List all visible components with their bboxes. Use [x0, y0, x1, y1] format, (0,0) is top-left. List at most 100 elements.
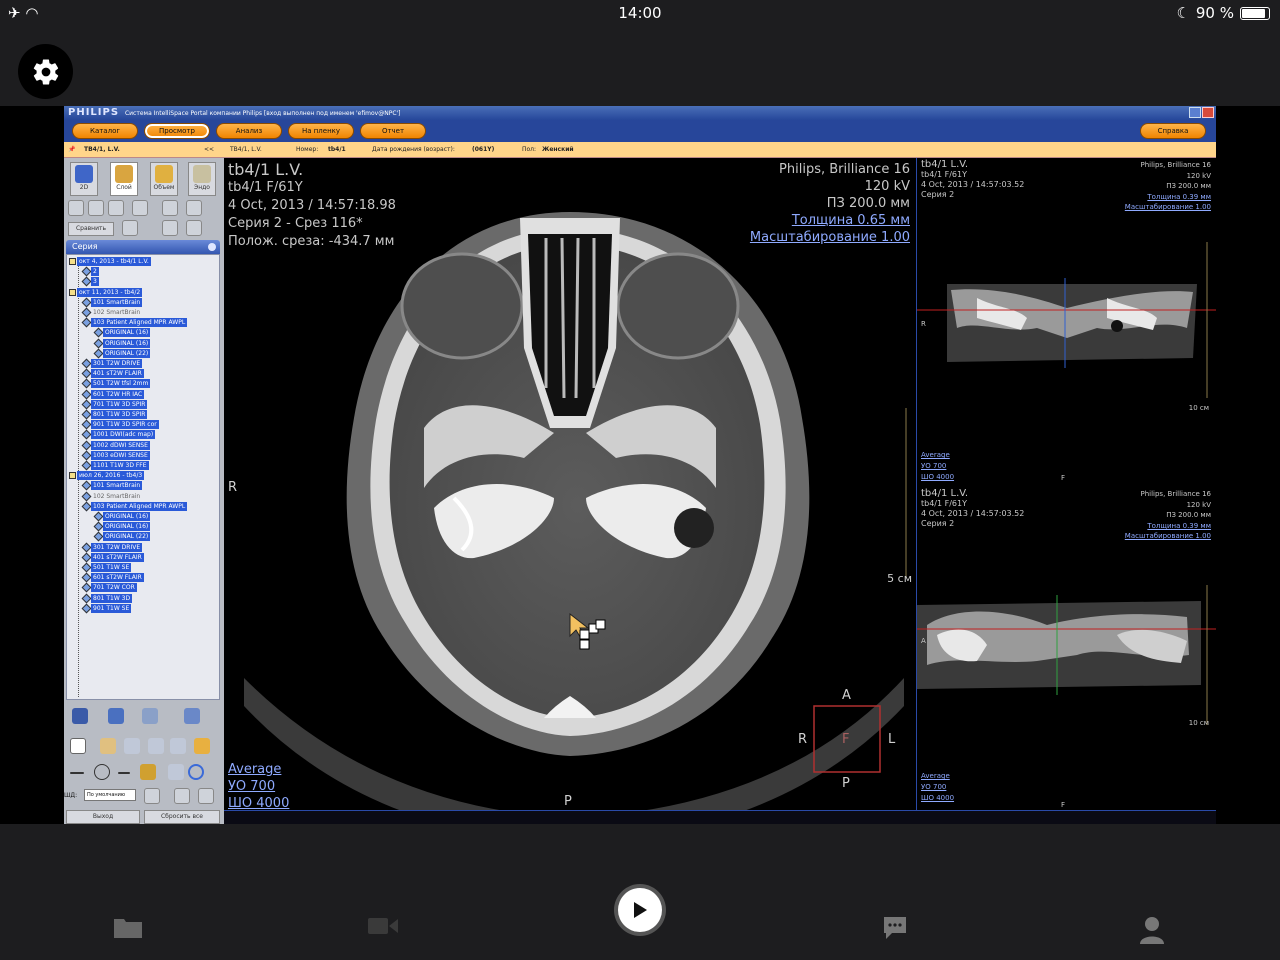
tree-series-item[interactable]: 701 T1W 3D SPIR — [91, 399, 148, 409]
zoom-link[interactable]: Масштабирование 1.00 — [750, 229, 910, 246]
window-mode-link[interactable]: Average — [228, 761, 289, 778]
tree-study-item[interactable]: окт 4, 2013 - tb4/1 L.V. — [77, 257, 151, 266]
shd-tool-icon[interactable] — [144, 788, 160, 804]
axial-viewport[interactable]: tb4/1 L.V. tb4/1 F/61Y 4 Oct, 2013 / 14:… — [224, 158, 916, 812]
tree-series-item[interactable]: 102 SmartBrain — [91, 492, 142, 501]
exit-button[interactable]: Выход — [66, 810, 140, 824]
folder-icon[interactable] — [114, 916, 142, 942]
minimize-icon[interactable] — [1189, 107, 1201, 118]
sagittal-viewport[interactable]: 10 см A F Average УО 700 ШО 4000 — [917, 485, 1216, 812]
tree-series-item[interactable]: 103 Patient Aligned MPR AWPL — [91, 501, 188, 511]
coronal-zoom-link[interactable]: Масштабирование 1.00 — [1125, 202, 1211, 213]
profile-icon[interactable] — [1140, 916, 1164, 948]
ruler-tool-icon[interactable] — [140, 764, 156, 780]
copy-icon[interactable] — [142, 708, 158, 724]
tree-series-item[interactable]: 3 — [91, 277, 99, 287]
layout-icon[interactable] — [186, 200, 202, 216]
pin-icon[interactable]: 📌 — [68, 142, 75, 158]
tree-series-item[interactable]: 801 T1W 3D — [91, 593, 133, 603]
tree-series-item[interactable]: 401 sT2W FLAIR — [91, 369, 144, 379]
save-icon[interactable] — [72, 708, 88, 724]
thickness-link[interactable]: Толщина 0.65 мм — [750, 212, 910, 229]
patient-tab[interactable]: TB4/1, L.V. — [84, 142, 120, 158]
menu-analysis[interactable]: Анализ — [216, 123, 282, 139]
sagittal-window-width[interactable]: ШО 4000 — [921, 793, 954, 804]
tree-series-item[interactable]: 102 SmartBrain — [91, 308, 142, 317]
mode-endo-button[interactable]: Эндо — [188, 162, 216, 196]
roi-tool-icon[interactable] — [194, 738, 210, 754]
tree-series-item[interactable]: ORIGINAL (16) — [103, 338, 151, 348]
menu-catalog[interactable]: Каталог — [72, 123, 138, 139]
shd-tool-icon-2[interactable] — [174, 788, 190, 804]
coronal-thickness-link[interactable]: Толщина 0.39 мм — [1125, 192, 1211, 203]
circle-tool-icon[interactable] — [188, 764, 204, 780]
compare-button[interactable]: Сравнить — [68, 222, 114, 236]
tree-series-item[interactable]: ORIGINAL (16) — [103, 328, 151, 338]
link-icon[interactable] — [122, 220, 138, 236]
pointer-tool-icon[interactable] — [70, 738, 86, 754]
tree-series-item[interactable]: 601 T2W HR IAC — [91, 389, 145, 399]
tree-series-item[interactable]: 701 T2W COR — [91, 583, 137, 593]
tool-icon-8[interactable] — [186, 220, 202, 236]
play-button[interactable] — [618, 888, 662, 932]
shd-tool-icon-3[interactable] — [198, 788, 214, 804]
collapse-button[interactable]: << — [204, 142, 214, 158]
coronal-window-width[interactable]: ШО 4000 — [921, 472, 954, 483]
tree-series-item[interactable]: ORIGINAL (22) — [103, 532, 151, 542]
window-level-link[interactable]: УО 700 — [228, 778, 289, 795]
mode-2d-button[interactable]: 2D — [70, 162, 98, 196]
tree-series-item[interactable]: ORIGINAL (16) — [103, 522, 151, 532]
menu-view[interactable]: Просмотр — [144, 123, 210, 139]
line-tool-icon[interactable] — [70, 772, 84, 774]
tree-series-item[interactable]: 1003 eDWI SENSE — [91, 450, 150, 460]
tree-study-item[interactable]: окт 11, 2013 - tb4/2 — [77, 287, 143, 297]
sagittal-window-mode[interactable]: Average — [921, 771, 954, 782]
tree-series-item[interactable]: 401 sT2W FLAIR — [91, 552, 144, 562]
scroll-tool-icon[interactable] — [170, 738, 186, 754]
video-icon[interactable] — [368, 916, 398, 940]
tree-series-item[interactable]: ORIGINAL (22) — [103, 348, 151, 358]
tool-icon-4[interactable] — [132, 200, 148, 216]
reset-all-button[interactable]: Сбросить все — [144, 810, 220, 824]
tool-icon-1[interactable] — [68, 200, 84, 216]
tool-icon-7[interactable] — [162, 220, 178, 236]
menu-help[interactable]: Справка — [1140, 123, 1206, 139]
mode-layer-button[interactable]: Слой — [110, 162, 138, 196]
main-scrollbar[interactable] — [224, 810, 916, 824]
series-header[interactable]: Серия — [66, 240, 220, 254]
tree-series-item[interactable]: ORIGINAL (16) — [103, 512, 151, 521]
tree-series-item[interactable]: 103 Patient Aligned MPR AWPL — [91, 318, 188, 328]
close-icon[interactable] — [1202, 107, 1214, 118]
tree-series-item[interactable]: 601 sT2W FLAIR — [91, 573, 144, 583]
tree-series-item[interactable]: 901 T1W SE — [91, 603, 132, 613]
pan-tool-icon[interactable] — [100, 738, 116, 754]
tree-series-item[interactable]: 1001 DWI(adc map) — [91, 430, 156, 440]
menu-report[interactable]: Отчет — [360, 123, 426, 139]
settings-button[interactable] — [18, 44, 73, 99]
tree-series-item[interactable]: 101 SmartBrain — [91, 297, 143, 307]
tool-icon-5[interactable] — [162, 200, 178, 216]
tool-icon-3[interactable] — [108, 200, 124, 216]
chat-icon[interactable] — [882, 916, 908, 944]
tool-icon-2[interactable] — [88, 200, 104, 216]
coronal-window-level[interactable]: УО 700 — [921, 461, 954, 472]
menu-to-film[interactable]: На пленку — [288, 123, 354, 139]
tree-series-item[interactable]: 501 T2W tfsl 2mm — [91, 379, 151, 389]
tree-series-item[interactable]: 2 — [91, 267, 99, 277]
text-tool-icon[interactable] — [168, 764, 184, 780]
camera-icon[interactable] — [108, 708, 124, 724]
tree-series-item[interactable]: 1002 dDWI SENSE — [91, 440, 150, 450]
coronal-window-mode[interactable]: Average — [921, 450, 954, 461]
tree-series-item[interactable]: 501 T1W SE — [91, 563, 132, 572]
side-scrollbar[interactable] — [916, 810, 1216, 824]
coronal-viewport[interactable]: tb4/1 L.V. tb4/1 F/61Y 4 Oct, 2013 / 14:… — [917, 158, 1216, 485]
book-icon[interactable] — [184, 708, 200, 724]
tree-series-item[interactable]: 101 SmartBrain — [91, 481, 143, 491]
sagittal-window-level[interactable]: УО 700 — [921, 782, 954, 793]
zoom-tool-icon[interactable] — [124, 738, 140, 754]
tree-series-item[interactable]: 801 T1W 3D SPIR — [91, 410, 148, 419]
window-tool-icon[interactable] — [148, 738, 164, 754]
tree-study-item[interactable]: июл 26, 2016 - tb4/3 — [77, 471, 145, 481]
ellipse-tool-icon[interactable] — [94, 764, 110, 780]
tree-series-item[interactable]: 901 T1W 3D SPIR cor — [91, 420, 159, 430]
